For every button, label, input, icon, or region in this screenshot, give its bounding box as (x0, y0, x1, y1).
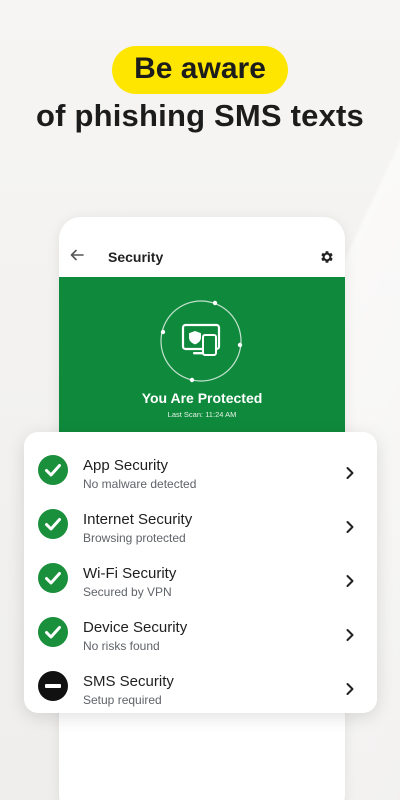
list-item-subtitle: Secured by VPN (83, 585, 172, 599)
list-item-title: Internet Security (83, 511, 193, 528)
list-item-title: SMS Security (83, 673, 174, 690)
last-scan-time: Last Scan: 11:24 AM (167, 410, 237, 419)
minus-circle-icon (38, 671, 68, 701)
list-item-subtitle: No malware detected (83, 477, 197, 491)
list-item-subtitle: Browsing protected (83, 531, 186, 545)
app-bar: Security (59, 217, 345, 277)
check-circle-icon (38, 455, 68, 485)
scan-ring (160, 300, 243, 383)
list-item-title: Device Security (83, 619, 188, 636)
list-item-subtitle: Setup required (83, 693, 162, 707)
chevron-right-icon (346, 467, 354, 479)
list-item-internet-security[interactable]: Internet Security Browsing protected (24, 494, 377, 548)
list-item-app-security[interactable]: App Security No malware detected (24, 440, 377, 494)
list-item-title: Wi-Fi Security (83, 565, 177, 582)
protection-status-panel: You Are Protected Last Scan: 11:24 AM (59, 277, 345, 437)
check-circle-icon (38, 509, 68, 539)
page-title: Security (108, 249, 164, 265)
devices-shield-icon (181, 323, 221, 356)
security-list-card: App Security No malware detected Interne… (24, 432, 377, 713)
list-item-sms-security[interactable]: SMS Security Setup required (24, 656, 377, 710)
chevron-right-icon (346, 521, 354, 533)
gear-icon[interactable] (319, 249, 335, 265)
list-item-subtitle: No risks found (83, 639, 160, 653)
list-item-device-security[interactable]: Device Security No risks found (24, 602, 377, 656)
chevron-right-icon (346, 575, 354, 587)
headline-subtitle: of phishing SMS texts (36, 98, 364, 133)
check-circle-icon (38, 563, 68, 593)
chevron-right-icon (346, 683, 354, 695)
check-circle-icon (38, 617, 68, 647)
promo-headline: Be aware of phishing SMS texts (0, 46, 400, 134)
arrow-left-icon[interactable] (69, 247, 85, 263)
protection-status-title: You Are Protected (141, 390, 263, 406)
list-item-wifi-security[interactable]: Wi-Fi Security Secured by VPN (24, 548, 377, 602)
list-item-title: App Security (83, 457, 169, 474)
chevron-right-icon (346, 629, 354, 641)
headline-highlight: Be aware (112, 46, 288, 94)
